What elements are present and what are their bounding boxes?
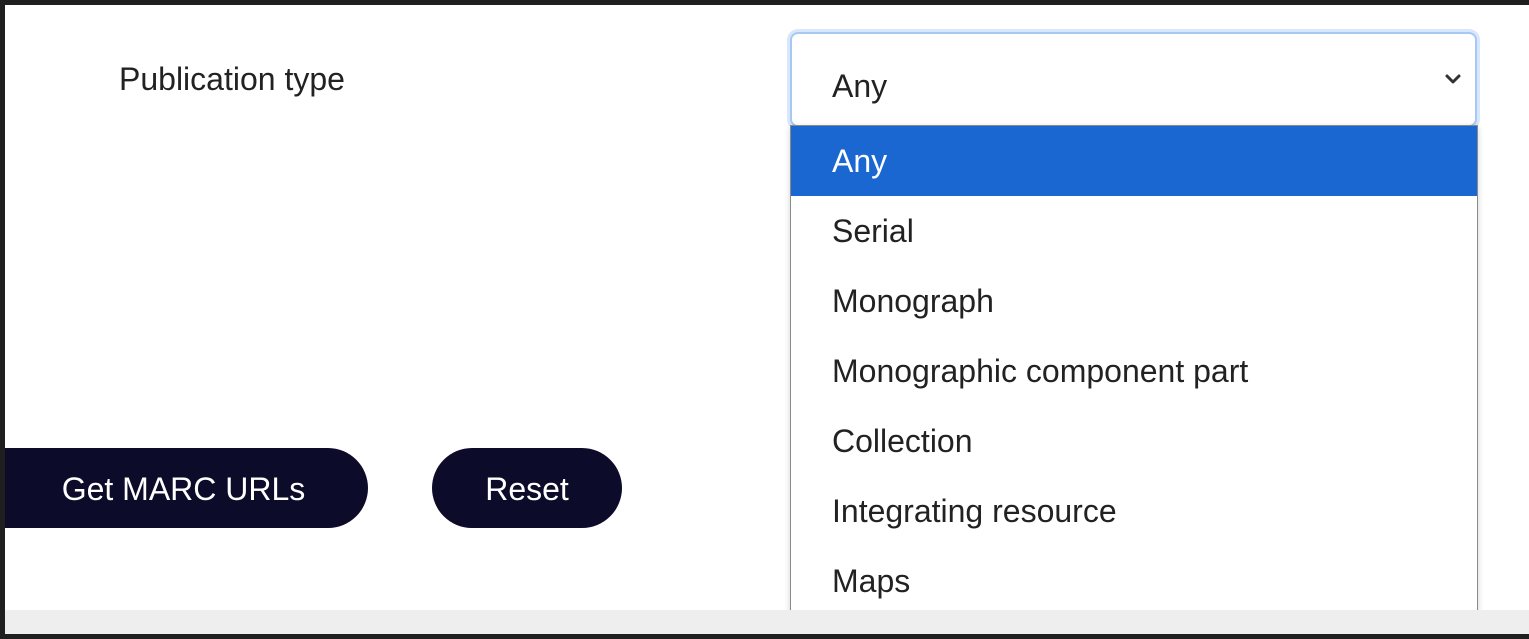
- option-monograph[interactable]: Monograph: [791, 266, 1477, 336]
- option-collection[interactable]: Collection: [791, 406, 1477, 476]
- publication-type-label: Publication type: [119, 61, 345, 97]
- footer-strip: [5, 610, 1529, 634]
- option-any[interactable]: Any: [791, 126, 1477, 196]
- get-marc-urls-button[interactable]: Get MARC URLs: [5, 448, 368, 528]
- chevron-down-icon: [1445, 74, 1461, 84]
- app-frame: Publication type Any Any Serial Monograp…: [0, 0, 1529, 639]
- option-maps[interactable]: Maps: [791, 546, 1477, 616]
- option-integrating-resource[interactable]: Integrating resource: [791, 476, 1477, 546]
- option-monographic-component-part[interactable]: Monographic component part: [791, 336, 1477, 406]
- publication-type-options: Any Serial Monograph Monographic compone…: [790, 125, 1478, 620]
- option-serial[interactable]: Serial: [791, 196, 1477, 266]
- select-current-value: Any: [832, 68, 888, 104]
- reset-button[interactable]: Reset: [432, 448, 622, 528]
- publication-type-select[interactable]: Any: [790, 32, 1477, 127]
